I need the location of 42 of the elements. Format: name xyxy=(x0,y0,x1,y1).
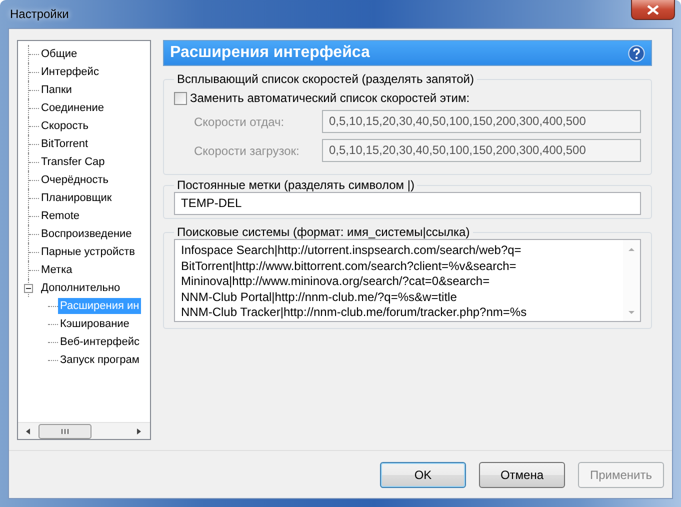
tree-item[interactable]: Дополнительно xyxy=(39,280,122,296)
tree-item[interactable]: Планировщик xyxy=(39,190,114,206)
tree-item[interactable]: Transfer Cap xyxy=(39,154,107,170)
tree-item[interactable]: BitTorrent xyxy=(39,136,90,152)
tree-item[interactable]: Интерфейс xyxy=(39,64,101,80)
speed-field: 0,5,10,15,20,30,40,50,100,150,200,300,400,500 xyxy=(322,110,641,133)
close-icon xyxy=(647,4,659,14)
tree-item[interactable]: Скорость xyxy=(39,118,91,134)
group-title: Постоянные метки (разделять символом |) xyxy=(176,178,416,192)
close-button[interactable] xyxy=(631,0,675,20)
text-line: NNM-Club Tracker|http://nnm-club.me/forum/tracker.php?nm=%s xyxy=(181,305,528,320)
dialog-button[interactable]: OK xyxy=(380,462,466,488)
text-line: NNM-Club Portal|http://nnm-club.me/?q=%s&w=title xyxy=(181,290,458,305)
checkbox-label: Заменить автоматический список скоростей этим: xyxy=(190,90,470,107)
checkbox[interactable] xyxy=(174,92,187,104)
tree-item[interactable]: Воспроизведение xyxy=(39,226,134,242)
search-engines-field[interactable] xyxy=(174,239,641,322)
tree-item[interactable]: Соединение xyxy=(39,100,106,116)
tree-item[interactable]: Папки xyxy=(39,82,74,98)
tree-item[interactable]: Веб-интерфейс xyxy=(58,334,142,350)
page-title: Расширения интерфейса xyxy=(170,43,370,63)
text-line: BitTorrent|http://www.bittorrent.com/search?client=%v&search= xyxy=(181,258,518,274)
speed-field: 0,5,10,15,20,30,40,50,100,150,200,300,400,500 xyxy=(322,139,641,162)
collapse-icon[interactable] xyxy=(24,284,33,292)
horizontal-scrollbar[interactable] xyxy=(18,422,150,439)
tree-item[interactable]: Метка xyxy=(39,262,74,278)
labels-field[interactable]: TEMP-DEL xyxy=(174,192,641,215)
group-title: Поисковые системы (формат: имя_системы|ссылка) xyxy=(176,225,471,239)
dialog-button[interactable]: Отмена xyxy=(479,462,565,488)
field-label: Скорости загрузок: xyxy=(193,142,300,160)
tree-item[interactable]: Кэширование xyxy=(58,316,132,332)
tree-item[interactable]: Очерёдность xyxy=(39,172,111,188)
text-line: Mininova|http://www.mininova.org/search/?cat=0&search= xyxy=(181,274,491,290)
text-line: Infospace Search|http://utorrent.inspsearch.com/search/web?q= xyxy=(181,243,522,258)
tree-item[interactable]: Remote xyxy=(39,208,82,224)
tree-item[interactable]: Парные устройств xyxy=(39,244,137,260)
tree-item[interactable]: Общие xyxy=(39,46,80,62)
help-icon[interactable] xyxy=(628,44,645,62)
field-label: Скорости отдач: xyxy=(193,114,286,130)
group-title: Всплывающий список скоростей (разделять запятой) xyxy=(176,72,475,86)
tree-item[interactable]: Запуск програм xyxy=(58,352,142,368)
window-title: Настройки xyxy=(9,6,69,23)
